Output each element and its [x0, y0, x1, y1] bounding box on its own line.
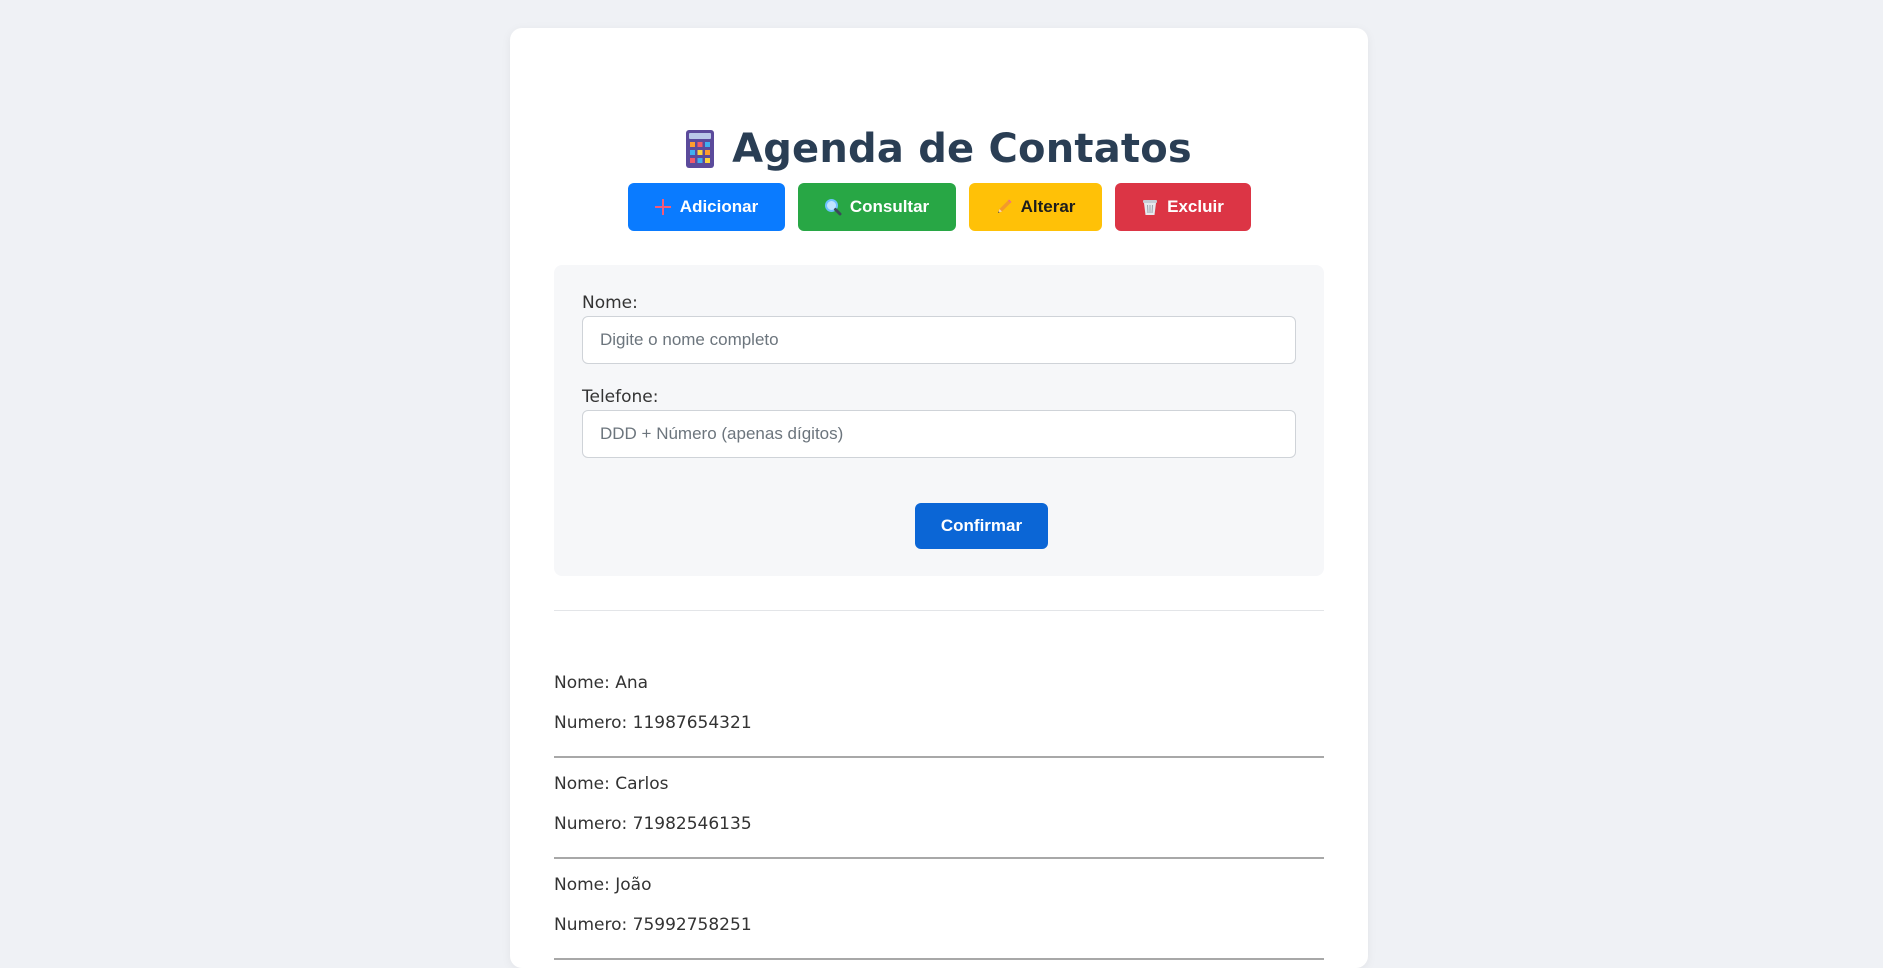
divider [554, 610, 1324, 611]
add-button[interactable]: Adicionar [627, 183, 785, 231]
pencil-icon [995, 198, 1013, 216]
name-input[interactable] [582, 316, 1296, 364]
item-separator [554, 756, 1324, 758]
edit-button-label: Alterar [1020, 197, 1076, 216]
contacts-card: Agenda de Contatos Adicionar Consultar A… [510, 28, 1368, 968]
contact-number: Numero: 11987654321 [554, 713, 752, 733]
contact-number: Numero: 71982546135 [554, 814, 752, 834]
contact-name: Nome: Carlos [554, 774, 669, 794]
magnifier-icon [824, 198, 842, 216]
delete-button-label: Excluir [1167, 197, 1224, 216]
page-header: Agenda de Contatos [510, 126, 1368, 172]
contact-name: Nome: Ana [554, 673, 649, 693]
contact-name: Nome: João [554, 875, 652, 895]
phone-input[interactable] [582, 410, 1296, 458]
item-separator [554, 857, 1324, 859]
query-button[interactable]: Consultar [797, 183, 956, 231]
contact-number: Numero: 75992758251 [554, 915, 752, 935]
delete-button[interactable]: Excluir [1114, 183, 1251, 231]
item-separator [554, 958, 1324, 960]
page-title: Agenda de Contatos [732, 126, 1192, 172]
add-button-label: Adicionar [679, 197, 759, 216]
name-label: Nome: [582, 293, 638, 313]
contact-form: Nome: Telefone: Confirmar [554, 265, 1324, 576]
phone-label: Telefone: [582, 387, 659, 407]
list-item: Nome: Carlos Numero: 71982546135 [554, 760, 1324, 860]
list-item: Nome: João Numero: 75992758251 [554, 861, 1324, 961]
query-button-label: Consultar [849, 197, 930, 216]
abacus-icon [686, 130, 715, 168]
action-toolbar: Adicionar Consultar Alterar Excluir [510, 183, 1368, 231]
confirm-button[interactable]: Confirmar [915, 503, 1048, 549]
list-item: Nome: Ana Numero: 11987654321 [554, 659, 1324, 759]
plus-icon [654, 198, 672, 216]
wastebasket-icon [1141, 198, 1159, 216]
edit-button[interactable]: Alterar [968, 183, 1102, 231]
